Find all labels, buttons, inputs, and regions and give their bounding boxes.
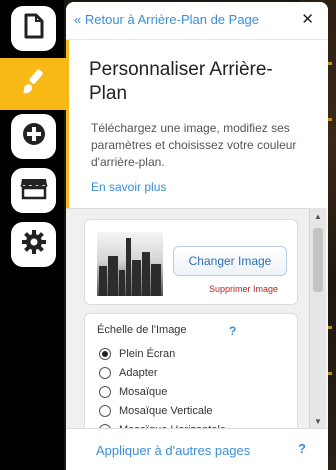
background-settings-panel: « Retour à Arrière-Plan de Page ✕ Person…: [66, 2, 328, 470]
plus-circle-icon: [21, 121, 47, 152]
radio-option-full-screen[interactable]: Plein Écran: [99, 346, 175, 362]
scroll-down-arrow-icon[interactable]: ▼: [314, 417, 322, 426]
radio-button[interactable]: [99, 348, 111, 360]
gear-icon: [21, 229, 47, 260]
learn-more-link[interactable]: En savoir plus: [91, 180, 166, 194]
store-button[interactable]: [11, 168, 56, 213]
store-icon: [19, 176, 48, 205]
panel-description: Téléchargez une image, modifiez ses para…: [91, 121, 297, 169]
add-button[interactable]: [11, 114, 56, 159]
panel-title: Personnaliser Arrière-Plan: [89, 59, 273, 104]
help-icon[interactable]: ?: [298, 441, 306, 456]
settings-button[interactable]: [11, 222, 56, 267]
radio-label: Adapter: [119, 367, 158, 379]
editor-sidebar: [0, 0, 70, 470]
panel-header: « Retour à Arrière-Plan de Page ✕: [66, 2, 328, 40]
radio-label: Mosaïque Verticale: [119, 405, 213, 417]
radio-button[interactable]: [99, 405, 111, 417]
change-image-button[interactable]: Changer Image: [173, 246, 287, 276]
scrollbar-thumb[interactable]: [313, 228, 323, 292]
back-link[interactable]: « Retour à Arrière-Plan de Page: [74, 12, 259, 27]
radio-label: Plein Écran: [119, 348, 176, 360]
double-chevron-left-icon: «: [74, 12, 82, 27]
pages-button[interactable]: [11, 6, 56, 51]
radio-option-fit[interactable]: Adapter: [99, 365, 158, 381]
background-image-thumbnail: [97, 232, 163, 296]
panel-intro: Personnaliser Arrière-Plan Téléchargez u…: [66, 40, 328, 208]
image-scale-label: Échelle de l'Image: [97, 324, 187, 336]
radio-button[interactable]: [99, 367, 111, 379]
remove-image-link[interactable]: Supprimer Image: [209, 284, 278, 294]
background-button[interactable]: [0, 58, 70, 110]
help-icon[interactable]: ?: [229, 324, 236, 338]
image-card: Changer Image Supprimer Image: [84, 219, 298, 305]
page-icon: [23, 13, 45, 44]
radio-option-tile-vertical[interactable]: Mosaïque Verticale: [99, 403, 213, 419]
brush-icon: [20, 68, 48, 101]
back-link-label: Retour à Arrière-Plan de Page: [84, 12, 260, 27]
scroll-up-arrow-icon[interactable]: ▲: [314, 212, 322, 221]
radio-button[interactable]: [99, 386, 111, 398]
apply-to-other-pages-link[interactable]: Appliquer à d'autres pages: [96, 443, 250, 458]
radio-option-tile[interactable]: Mosaïque: [99, 384, 167, 400]
panel-footer: Appliquer à d'autres pages ?: [66, 428, 328, 470]
close-icon[interactable]: ✕: [301, 10, 314, 28]
radio-label: Mosaïque: [119, 386, 168, 398]
